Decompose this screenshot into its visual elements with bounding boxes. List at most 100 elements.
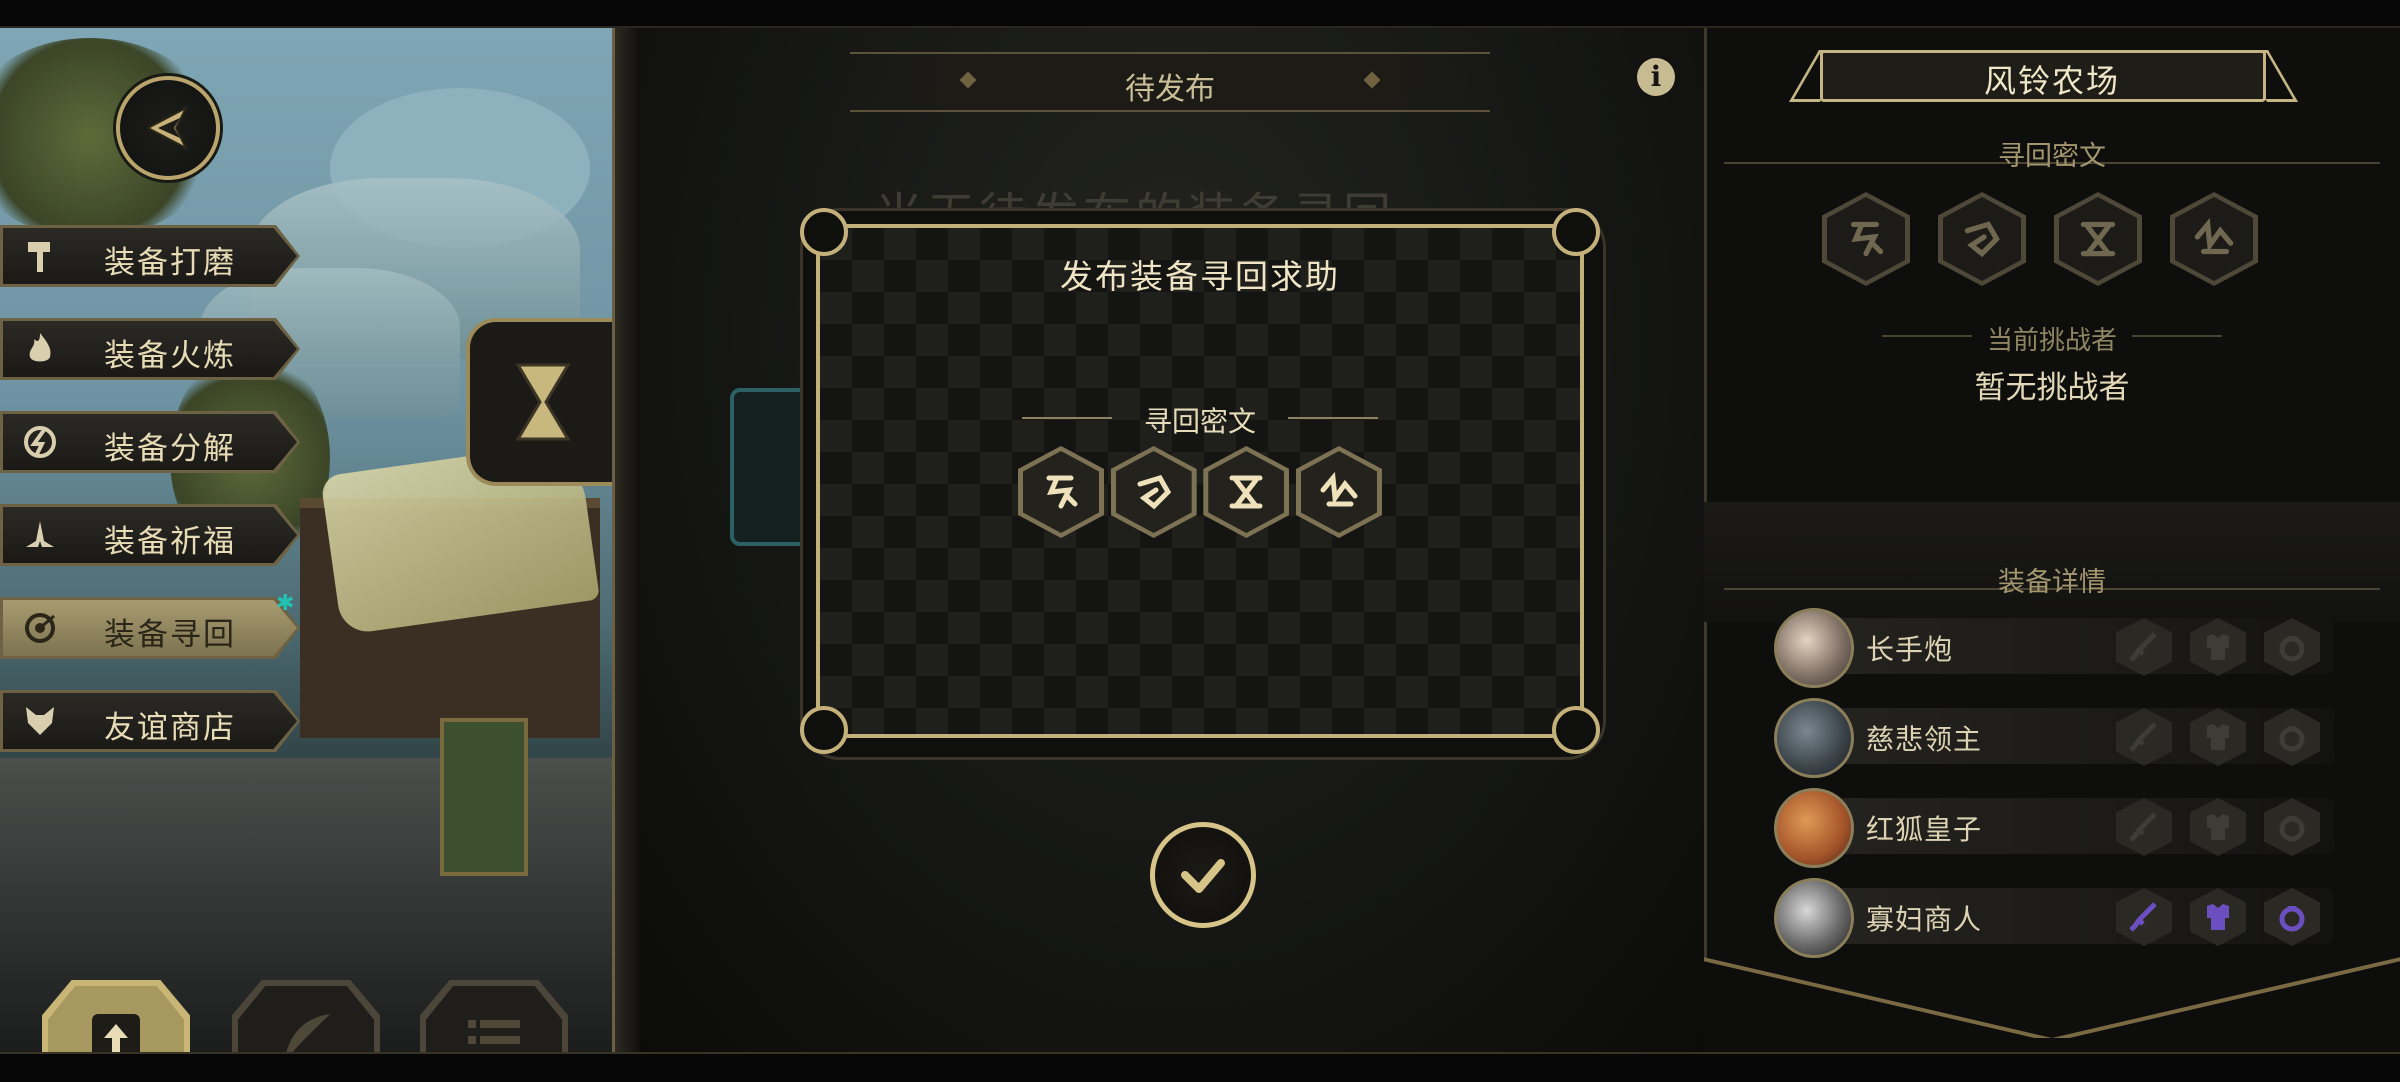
rune-slot bbox=[1203, 446, 1290, 538]
tab-title: 待发布 bbox=[1125, 72, 1215, 107]
hammer-icon bbox=[22, 238, 58, 274]
publish-tool-button[interactable] bbox=[42, 980, 190, 1052]
area-title: 风铃农场 bbox=[1983, 62, 2120, 100]
character-name: 寡妇商人 bbox=[1866, 903, 1983, 936]
armor-icon bbox=[2190, 798, 2246, 856]
character-row[interactable]: 寡妇商人 bbox=[1774, 874, 2334, 958]
upload-icon bbox=[42, 1008, 190, 1052]
sword-icon bbox=[2116, 888, 2172, 946]
farm-info-panel: 风铃农场 寻回密文 当前挑战者 暂无挑战者 装备详情 长手炮 慈悲领主 红狐皇子… bbox=[1704, 28, 2400, 1052]
rune-slot bbox=[1110, 446, 1197, 538]
menu-label: 装备火炼 bbox=[104, 338, 236, 374]
character-row[interactable]: 长手炮 bbox=[1774, 604, 2334, 688]
armor-icon bbox=[2190, 618, 2246, 676]
weapon-slot[interactable] bbox=[2116, 888, 2172, 946]
character-row[interactable]: 红狐皇子 bbox=[1774, 784, 2334, 868]
sword-icon bbox=[2116, 708, 2172, 766]
armor-slot[interactable] bbox=[2190, 618, 2246, 676]
ring-icon bbox=[2264, 708, 2320, 766]
rune-slot bbox=[1938, 192, 2026, 286]
menu-item-forge[interactable]: 装备火炼 bbox=[0, 318, 300, 380]
ring-icon bbox=[2264, 618, 2320, 676]
weapon-slot[interactable] bbox=[2116, 798, 2172, 856]
cipher-header: 寻回密文 bbox=[1143, 405, 1256, 438]
flame-icon bbox=[22, 331, 58, 367]
cipher-runes bbox=[1018, 446, 1382, 538]
ring-slot[interactable] bbox=[2264, 798, 2320, 856]
bottom-border bbox=[0, 1052, 2400, 1082]
rune-3-icon bbox=[1203, 446, 1289, 538]
rune-slot bbox=[1018, 446, 1104, 538]
workshop-scene: 装备打磨 装备火炼 装备分解 装备祈福 装备寻回 ✱ 友谊商店 bbox=[0, 28, 612, 1052]
character-avatar bbox=[1774, 788, 1854, 868]
feather-tool-button[interactable] bbox=[232, 980, 380, 1052]
rune-1-icon bbox=[1018, 446, 1104, 538]
character-avatar bbox=[1774, 698, 1854, 778]
rune-slot bbox=[1822, 192, 1910, 286]
back-button[interactable] bbox=[116, 76, 220, 180]
checkmark-icon bbox=[1181, 859, 1225, 893]
corner-ornament bbox=[1552, 706, 1600, 754]
list-icon bbox=[420, 1008, 568, 1052]
rune-slot bbox=[2170, 192, 2258, 286]
list-tool-button[interactable] bbox=[420, 980, 568, 1052]
rune-2-icon bbox=[1111, 446, 1197, 538]
menu-item-dismantle[interactable]: 装备分解 bbox=[0, 411, 300, 473]
character-name: 慈悲领主 bbox=[1866, 723, 1983, 756]
menu-item-retrieve[interactable]: 装备寻回 ✱ bbox=[0, 593, 300, 659]
info-icon: i bbox=[1650, 60, 1662, 93]
corner-ornament bbox=[800, 208, 848, 256]
menu-label: 友谊商店 bbox=[104, 710, 236, 746]
armor-icon bbox=[2190, 888, 2246, 946]
rune-slot bbox=[2054, 192, 2142, 286]
rune-2-icon bbox=[1938, 192, 2026, 286]
sword-icon bbox=[2116, 618, 2172, 676]
farm-cipher-runes bbox=[1822, 192, 2258, 286]
equipment-label: 装备详情 bbox=[1998, 567, 2106, 598]
info-button[interactable]: i bbox=[1637, 58, 1675, 96]
weapon-slot[interactable] bbox=[2116, 708, 2172, 766]
fox-icon bbox=[22, 703, 58, 739]
stall-banner bbox=[440, 718, 528, 876]
character-row[interactable]: 慈悲领主 bbox=[1774, 694, 2334, 778]
side-drawer-tab[interactable] bbox=[466, 318, 612, 486]
confirm-button[interactable] bbox=[1150, 822, 1256, 928]
cipher-label: 寻回密文 bbox=[1998, 141, 2106, 172]
armor-slot[interactable] bbox=[2190, 798, 2246, 856]
menu-item-friend-shop[interactable]: 友谊商店 bbox=[0, 690, 300, 752]
menu-label: 装备祈福 bbox=[104, 524, 236, 560]
corner-ornament bbox=[800, 706, 848, 754]
ring-icon bbox=[2264, 888, 2320, 946]
character-avatar bbox=[1774, 608, 1854, 688]
top-border bbox=[0, 0, 2400, 28]
corner-ornament bbox=[1552, 208, 1600, 256]
menu-label: 装备寻回 bbox=[104, 617, 236, 653]
character-name: 长手炮 bbox=[1866, 633, 1954, 666]
sword-icon bbox=[2116, 798, 2172, 856]
armor-slot[interactable] bbox=[2190, 888, 2246, 946]
equipment-list: 长手炮 慈悲领主 红狐皇子 寡妇商人 bbox=[1774, 604, 2334, 964]
weapon-slot[interactable] bbox=[2116, 618, 2172, 676]
rune-4-icon bbox=[2170, 192, 2258, 286]
ring-slot[interactable] bbox=[2264, 708, 2320, 766]
armor-slot[interactable] bbox=[2190, 708, 2246, 766]
menu-label: 装备打磨 bbox=[104, 245, 236, 281]
retrieve-icon bbox=[22, 610, 58, 646]
panel-divider bbox=[612, 28, 643, 1052]
rune-3-icon bbox=[2054, 192, 2142, 286]
ring-slot[interactable] bbox=[2264, 888, 2320, 946]
ring-icon bbox=[2264, 798, 2320, 856]
challenger-value: 暂无挑战者 bbox=[1974, 370, 2130, 406]
notification-mark: ✱ bbox=[276, 591, 295, 616]
challenger-label: 当前挑战者 bbox=[1986, 326, 2117, 356]
dismantle-icon bbox=[22, 424, 58, 460]
armor-icon bbox=[2190, 708, 2246, 766]
hourglass-icon bbox=[515, 363, 571, 441]
rune-slot bbox=[1295, 446, 1382, 538]
feather-icon bbox=[232, 1008, 380, 1052]
menu-item-polish[interactable]: 装备打磨 bbox=[0, 225, 300, 287]
menu-item-bless[interactable]: 装备祈福 bbox=[0, 504, 300, 566]
ring-slot[interactable] bbox=[2264, 618, 2320, 676]
dialog-title: 发布装备寻回求助 bbox=[1060, 257, 1340, 296]
tab-header: 待发布 bbox=[850, 52, 1490, 112]
